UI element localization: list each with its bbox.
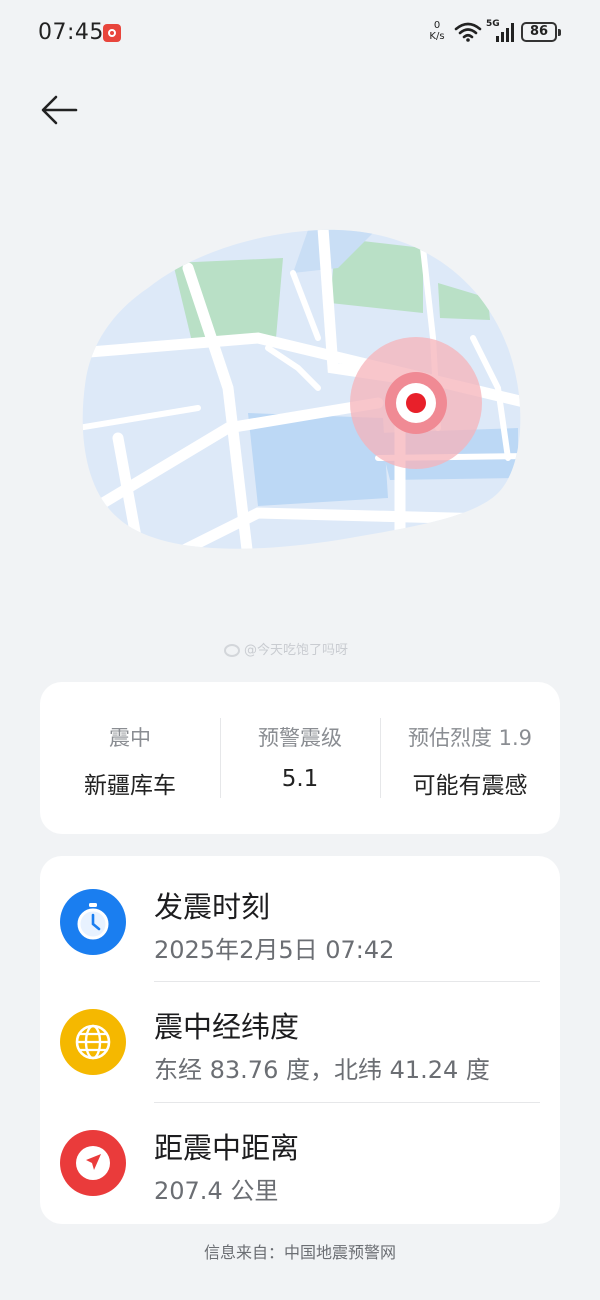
- intensity-summary: 预估烈度 1.9 可能有震感: [380, 682, 560, 834]
- origin-time-value: 2025年2月5日 07:42: [154, 936, 395, 964]
- coordinates-title: 震中经纬度: [154, 1010, 300, 1044]
- coordinates-value: 东经 83.76 度，北纬 41.24 度: [154, 1056, 490, 1084]
- notification-app-icon: [103, 24, 121, 42]
- status-time: 07:45: [38, 20, 104, 45]
- wifi-icon: [454, 22, 482, 42]
- epicenter-marker: [350, 337, 482, 469]
- intensity-label: 预估烈度 1.9: [407, 726, 533, 750]
- magnitude-summary: 预警震级 5.1: [220, 682, 380, 834]
- navigation-arrow-icon: [60, 1130, 126, 1196]
- cellular-signal-icon: [496, 23, 514, 42]
- battery-indicator: 86: [521, 22, 561, 42]
- globe-icon: [60, 1009, 126, 1075]
- watermark: @今天吃饱了吗呀: [224, 640, 384, 662]
- back-button[interactable]: [36, 88, 84, 132]
- list-item-distance: 距震中距离 207.4 公里: [40, 1097, 560, 1217]
- net-speed-value: 0: [433, 20, 441, 31]
- list-item-origin-time: 发震时刻 2025年2月5日 07:42: [40, 856, 560, 976]
- origin-time-title: 发震时刻: [154, 890, 271, 924]
- clock-icon: [60, 889, 126, 955]
- arrow-left-icon: [41, 95, 78, 125]
- epicenter-value: 新疆库车: [84, 773, 176, 799]
- source-note: 信息来自：中国地震预警网: [203, 1243, 396, 1262]
- epicenter-summary: 震中 新疆库车: [40, 682, 220, 834]
- distance-title: 距震中距离: [154, 1131, 300, 1165]
- magnitude-value: 5.1: [281, 766, 319, 792]
- summary-card: 震中 新疆库车 预警震级 5.1 预估烈度 1.9 可能有震感: [40, 682, 560, 834]
- details-card: 发震时刻 2025年2月5日 07:42 震中经纬度 东经 83.76 度，北纬…: [40, 856, 560, 1224]
- status-bar: 07:45 0 K/s 5G 86: [0, 0, 600, 68]
- intensity-value: 可能有震感: [412, 773, 528, 799]
- epicenter-label: 震中: [109, 726, 151, 750]
- weibo-icon: [224, 644, 240, 657]
- epicenter-map: [82, 229, 521, 549]
- magnitude-label: 预警震级: [258, 726, 342, 750]
- watermark-text: @今天吃饱了吗呀: [244, 643, 349, 658]
- distance-value: 207.4 公里: [154, 1177, 279, 1205]
- net-speed-unit: K/s: [429, 31, 445, 42]
- list-item-coordinates: 震中经纬度 东经 83.76 度，北纬 41.24 度: [40, 976, 560, 1096]
- net-speed-indicator: 0 K/s: [426, 20, 448, 42]
